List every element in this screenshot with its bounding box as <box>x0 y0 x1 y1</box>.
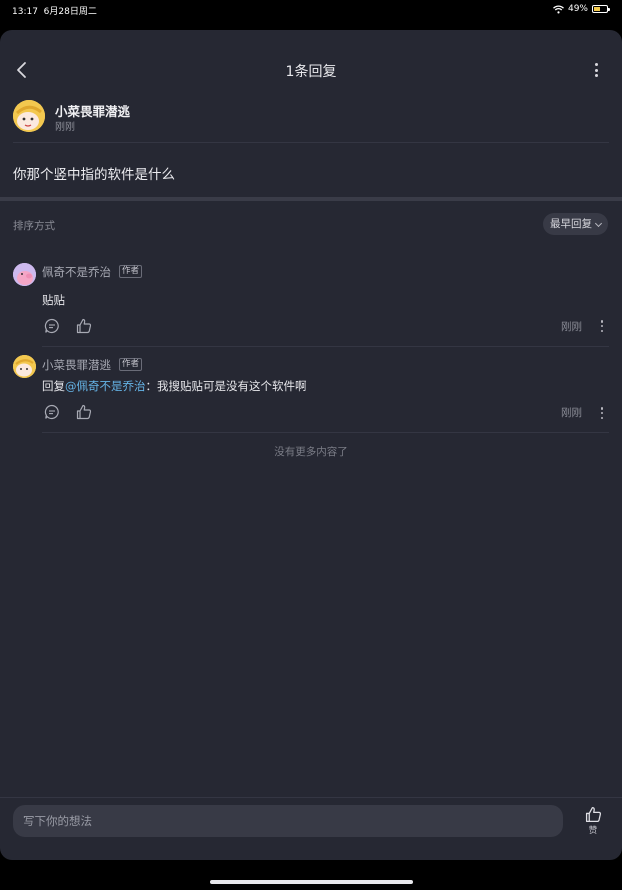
wifi-icon <box>553 4 564 13</box>
status-date: 6月28日周二 <box>43 7 97 17</box>
battery-fill <box>594 7 600 11</box>
sort-selected: 最早回复 <box>550 218 592 230</box>
comment-icon[interactable] <box>44 318 60 334</box>
comment-icon[interactable] <box>44 404 60 420</box>
comment-time: 刚刚 <box>561 407 582 419</box>
comment-text: 回复@佩奇不是乔治：我搜贴贴可是没有这个软件啊 <box>42 379 307 393</box>
post-content: 你那个竖中指的软件是什么 <box>13 167 175 183</box>
header: 1条回复 <box>0 30 622 110</box>
comment-author[interactable]: 佩奇不是乔治 <box>42 264 111 280</box>
divider <box>42 432 609 433</box>
more-options-icon[interactable] <box>590 62 602 78</box>
battery-icon <box>592 5 610 13</box>
avatar[interactable] <box>13 263 36 286</box>
more-options-icon[interactable] <box>600 320 604 332</box>
mention-link[interactable]: @佩奇不是乔治 <box>65 379 146 393</box>
comment-input[interactable]: 写下你的想法 <box>13 805 563 837</box>
status-time: 13:17 6月28日周二 <box>12 7 97 17</box>
divider <box>42 346 609 347</box>
page-title: 1条回复 <box>285 64 337 80</box>
sort-dropdown[interactable]: 最早回复 <box>543 213 608 235</box>
more-options-icon[interactable] <box>600 407 604 419</box>
comment-time: 刚刚 <box>561 321 582 333</box>
avatar[interactable] <box>13 355 36 378</box>
comment-text: 贴贴 <box>42 293 65 307</box>
divider <box>13 142 609 143</box>
home-indicator[interactable] <box>210 880 413 884</box>
section-divider <box>0 197 622 201</box>
comment-author[interactable]: 小菜畏罪潜逃 <box>42 357 111 373</box>
author-tag: 作者 <box>119 358 143 371</box>
like-button[interactable]: 赞 <box>581 806 605 838</box>
status-bar: 13:17 6月28日周二 49% <box>0 0 622 20</box>
avatar[interactable] <box>13 100 45 132</box>
like-label: 赞 <box>588 826 598 836</box>
thumbs-up-icon[interactable] <box>76 404 92 420</box>
post-time: 刚刚 <box>55 122 75 133</box>
thumbs-up-icon <box>585 806 601 823</box>
sort-label: 排序方式 <box>13 220 55 232</box>
author-tag: 作者 <box>119 265 143 278</box>
no-more-content: 没有更多内容了 <box>274 446 348 458</box>
battery-percent: 49% <box>567 4 588 14</box>
chevron-down-icon <box>594 219 603 228</box>
thumbs-up-icon[interactable] <box>76 318 92 334</box>
bottom-bar: 写下你的想法 赞 <box>0 797 622 860</box>
reply-sheet: 1条回复 小菜畏罪潜逃 刚刚 你那个竖中指的软件是什么 排序方式 最早回复 佩奇… <box>0 30 622 860</box>
